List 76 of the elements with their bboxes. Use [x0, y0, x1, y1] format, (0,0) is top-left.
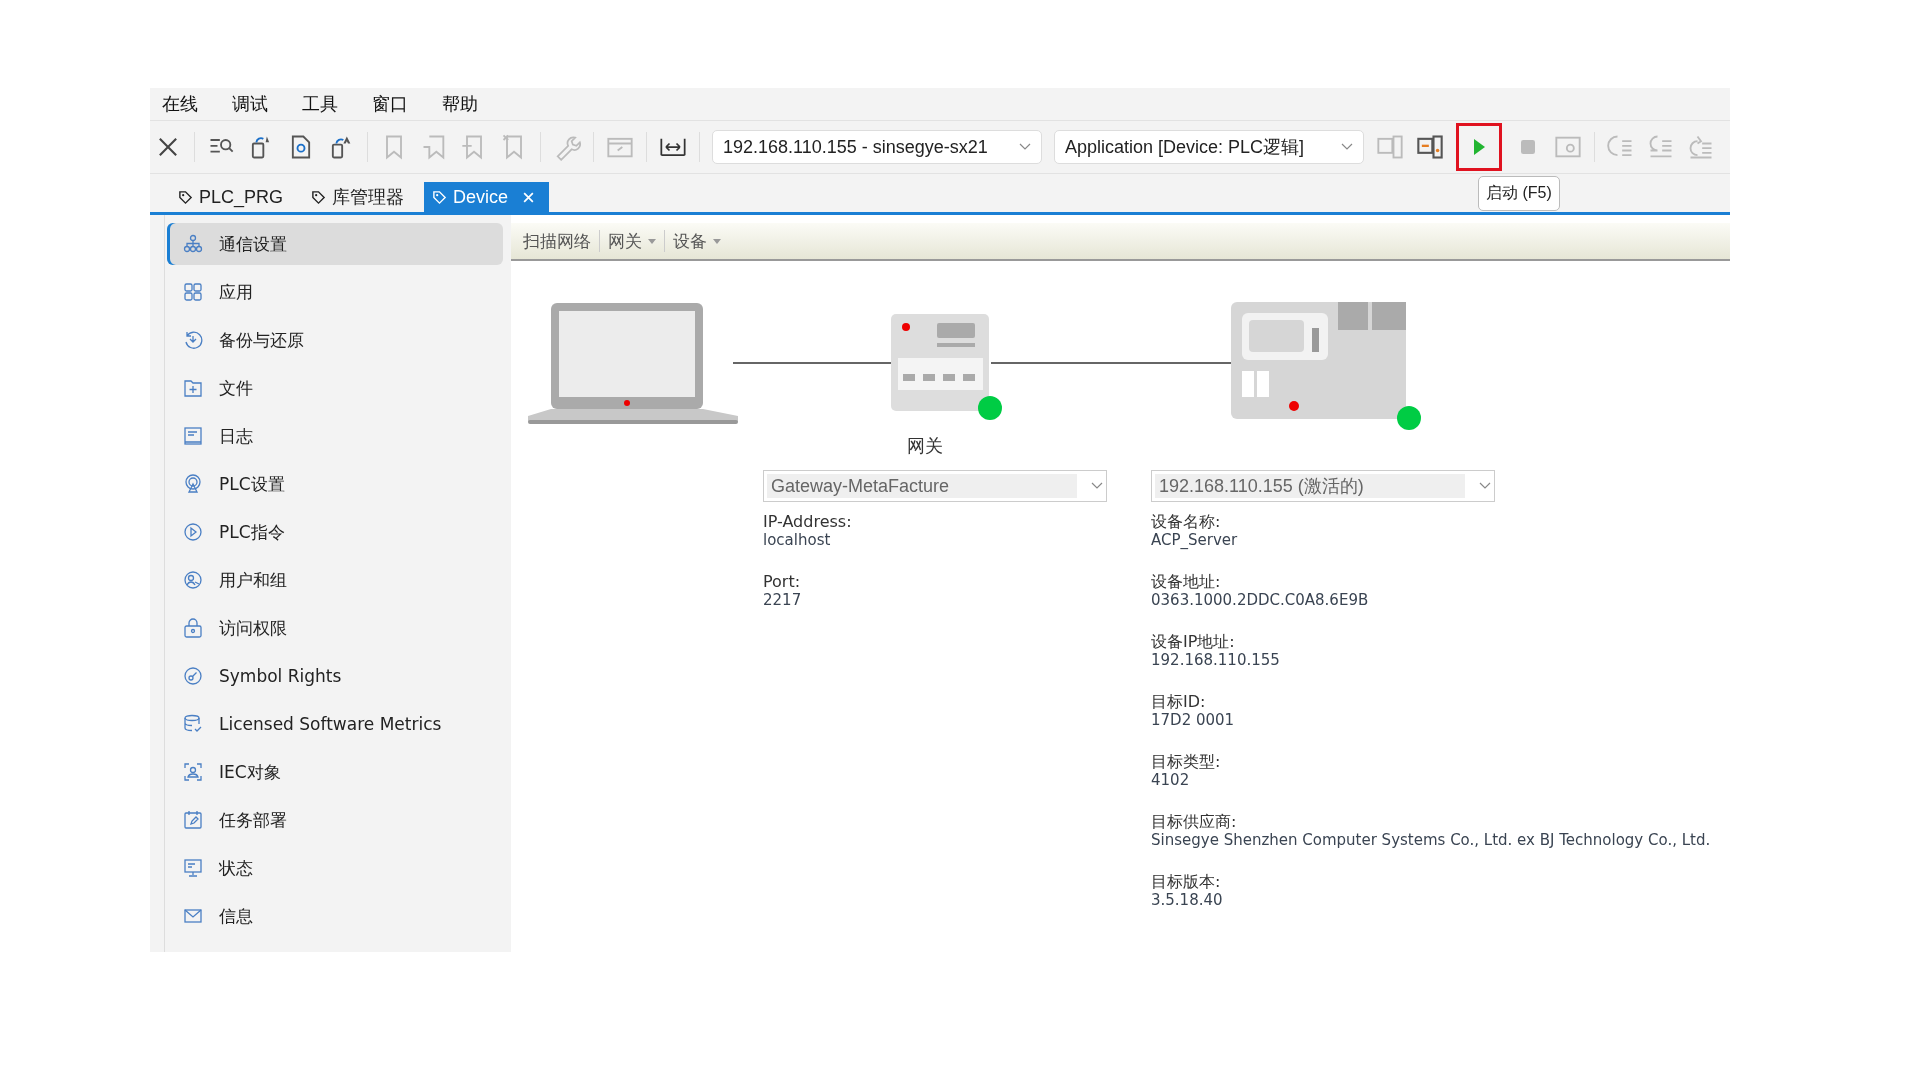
signal-icon [183, 474, 203, 494]
menu-item[interactable]: 在线 [156, 90, 204, 118]
tag-icon [311, 189, 327, 205]
field-value: 0363.1000.2DDC.C0A8.6E9B [1151, 591, 1369, 610]
field-label: 目标ID: [1151, 692, 1206, 711]
sidebar-item[interactable]: Symbol Rights [167, 655, 503, 697]
field-label: 设备IP地址: [1151, 632, 1235, 651]
chevron-icon [1091, 482, 1103, 490]
sidebar-item[interactable]: 日志 [167, 415, 503, 457]
chevron-icon [1479, 482, 1491, 490]
sidebar-item[interactable]: IEC对象 [167, 751, 503, 793]
plc-device-icon [1231, 302, 1406, 419]
field-label: IP-Address: [763, 512, 852, 531]
application-select[interactable]: Application [Device: PLC逻辑] [1054, 130, 1364, 164]
field-label: 目标版本: [1151, 872, 1221, 891]
sidebar-item[interactable]: 备份与还原 [167, 319, 503, 361]
restore-icon [183, 330, 203, 350]
sidebar-item[interactable]: 任务部署 [167, 799, 503, 841]
gateway-device-icon [891, 314, 989, 411]
menu-item[interactable]: 帮助 [436, 90, 484, 118]
network-icon [183, 234, 203, 254]
sidebar-item[interactable]: PLC指令 [167, 511, 503, 553]
tag-icon [178, 189, 193, 205]
connection-select[interactable]: 192.168.110.155 - sinsegye-sx21 [712, 130, 1042, 164]
field-value: ACP_Server [1151, 531, 1238, 550]
sidebar-item[interactable]: Licensed Software Metrics [167, 703, 503, 745]
editor-tab[interactable]: Device [424, 182, 550, 212]
field-value: 17D2 0001 [1151, 711, 1235, 730]
menu-item[interactable]: 调试 [226, 90, 274, 118]
editor-tab[interactable]: 库管理器 [303, 182, 419, 212]
laptop-icon [528, 303, 738, 424]
field-label: Port: [763, 572, 801, 591]
log-icon [183, 426, 203, 446]
field-label: 设备地址: [1151, 572, 1221, 591]
field-value: 2217 [763, 591, 802, 610]
field-value: 3.5.18.40 [1151, 891, 1223, 910]
field-value: localhost [763, 531, 831, 550]
grid-icon [183, 282, 203, 302]
step-out-icon[interactable] [1687, 133, 1715, 161]
run-button[interactable] [1456, 123, 1502, 171]
mail-icon [183, 906, 203, 926]
field-value: Sinsegye Shenzhen Computer Systems Co., Ltd. ex BJ Technology Co., Ltd. [1151, 831, 1711, 850]
sidebar-item[interactable]: 文件 [167, 367, 503, 409]
tooltip: 启动 (F5) [1478, 176, 1560, 211]
chevron-icon [1341, 143, 1353, 151]
menu-item[interactable]: 工具 [296, 90, 344, 118]
database-icon [183, 714, 203, 734]
field-value: 4102 [1151, 771, 1190, 790]
users-icon [183, 570, 203, 590]
field-label: 目标供应商: [1151, 812, 1237, 831]
gateway-select[interactable]: Gateway-MetaFacture [763, 470, 1107, 502]
field-value: 192.168.110.155 [1151, 651, 1280, 670]
editor-tab[interactable]: PLC_PRG [170, 182, 298, 212]
toolbar-menu-button[interactable]: 网关 [602, 229, 662, 253]
field-label: 目标类型: [1151, 752, 1221, 771]
toolbar-menu-button[interactable]: 设备 [667, 229, 727, 253]
sidebar-item[interactable]: 访问权限 [167, 607, 503, 649]
device-select[interactable]: 192.168.110.155 (激活的) [1151, 470, 1495, 502]
chevron-icon [1019, 143, 1031, 151]
play-circle-icon [183, 522, 203, 542]
sidebar-item[interactable]: 信息 [167, 895, 503, 937]
person-frame-icon [183, 762, 203, 782]
sidebar-item[interactable]: 用户和组 [167, 559, 503, 601]
folder-plus-icon [183, 378, 203, 398]
close-icon[interactable] [522, 190, 536, 204]
lock-icon [183, 618, 203, 638]
sidebar-item[interactable]: 状态 [167, 847, 503, 889]
sidebar-item[interactable]: 通信设置 [167, 223, 503, 265]
field-label: 设备名称: [1151, 512, 1221, 531]
tag-icon [432, 189, 448, 205]
sidebar-item[interactable]: 应用 [167, 271, 503, 313]
menu-item[interactable]: 窗口 [366, 90, 414, 118]
toolbar-menu-button[interactable]: 扫描网络 [517, 229, 597, 253]
calendar-icon [183, 810, 203, 830]
sidebar-item[interactable]: PLC设置 [167, 463, 503, 505]
gateway-label: 网关 [906, 434, 944, 458]
